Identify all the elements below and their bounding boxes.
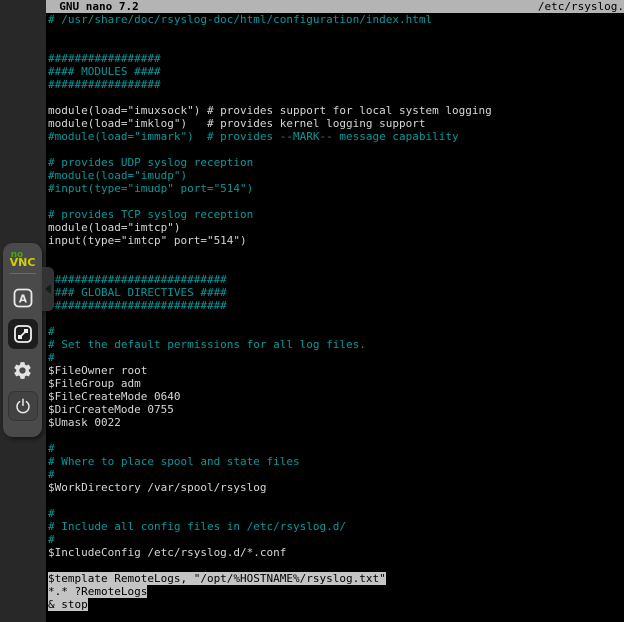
- keyboard-extra-keys-icon: A: [12, 287, 34, 309]
- drag-viewport-icon: [13, 324, 33, 344]
- terminal-line: & stop: [48, 598, 624, 611]
- terminal-text: # /usr/share/doc/rsyslog-doc/html/config…: [46, 13, 624, 611]
- nano-version-label: GNU nano 7.2: [46, 0, 139, 13]
- terminal-line: #: [48, 468, 624, 481]
- extra-keys-button[interactable]: A: [8, 283, 38, 313]
- terminal-line: # Where to place spool and state files: [48, 455, 624, 468]
- novnc-control-panel: no VNC A: [3, 243, 42, 437]
- terminal-line: $DirCreateMode 0755: [48, 403, 624, 416]
- terminal-line: #################: [48, 52, 624, 65]
- terminal-line: [48, 143, 624, 156]
- terminal-line: $Umask 0022: [48, 416, 624, 429]
- terminal-line: # /usr/share/doc/rsyslog-doc/html/config…: [48, 13, 624, 26]
- terminal-line: $FileCreateMode 0640: [48, 390, 624, 403]
- terminal-line: # provides UDP syslog reception: [48, 156, 624, 169]
- terminal-line: ###########################: [48, 299, 624, 312]
- collapse-arrow-icon: [45, 284, 51, 294]
- terminal-line: module(load="imklog") # provides kernel …: [48, 117, 624, 130]
- terminal-line: [48, 26, 624, 39]
- terminal-line: module(load="imtcp"): [48, 221, 624, 234]
- terminal-line: $WorkDirectory /var/spool/rsyslog: [48, 481, 624, 494]
- power-icon: [14, 397, 32, 415]
- terminal-line: [48, 312, 624, 325]
- terminal-line: # provides TCP syslog reception: [48, 208, 624, 221]
- terminal-line: #################: [48, 78, 624, 91]
- novnc-logo-vnc: VNC: [10, 259, 36, 267]
- panel-divider: [10, 273, 36, 274]
- terminal-line: #### GLOBAL DIRECTIVES ####: [48, 286, 624, 299]
- terminal-line: #: [48, 507, 624, 520]
- terminal-line: $FileGroup adm: [48, 377, 624, 390]
- terminal-line: [48, 247, 624, 260]
- terminal-line: #: [48, 325, 624, 338]
- terminal-line: $template RemoteLogs, "/opt/%HOSTNAME%/r…: [48, 572, 624, 585]
- panel-collapse-handle[interactable]: [42, 267, 54, 311]
- power-button[interactable]: [8, 391, 38, 421]
- gear-icon: [12, 360, 33, 381]
- terminal-line: $IncludeConfig /etc/rsyslog.d/*.conf: [48, 546, 624, 559]
- terminal-line: input(type="imtcp" port="514"): [48, 234, 624, 247]
- terminal-line: $FileOwner root: [48, 364, 624, 377]
- terminal-line: #module(load="imudp"): [48, 169, 624, 182]
- terminal-line: #input(type="imudp" port="514"): [48, 182, 624, 195]
- svg-text:A: A: [18, 294, 27, 306]
- terminal-line: [48, 429, 624, 442]
- nano-titlebar: GNU nano 7.2 /etc/rsyslog.: [46, 0, 624, 13]
- novnc-logo: no VNC: [10, 251, 36, 267]
- terminal-line: #: [48, 533, 624, 546]
- terminal-line: #: [48, 442, 624, 455]
- terminal-window[interactable]: GNU nano 7.2 /etc/rsyslog. # /usr/share/…: [46, 0, 624, 622]
- terminal-line: [48, 260, 624, 273]
- nano-filename-label: /etc/rsyslog.: [538, 0, 624, 13]
- settings-button[interactable]: [8, 355, 38, 385]
- terminal-line: [48, 39, 624, 52]
- drag-viewport-button[interactable]: [8, 319, 38, 349]
- terminal-line: # Set the default permissions for all lo…: [48, 338, 624, 351]
- terminal-line: [48, 494, 624, 507]
- terminal-line: #: [48, 351, 624, 364]
- terminal-line: # Include all config files in /etc/rsysl…: [48, 520, 624, 533]
- terminal-line: #### MODULES ####: [48, 65, 624, 78]
- terminal-line: [48, 195, 624, 208]
- terminal-line: [48, 91, 624, 104]
- terminal-line: [48, 559, 624, 572]
- terminal-line: module(load="imuxsock") # provides suppo…: [48, 104, 624, 117]
- terminal-line: *.* ?RemoteLogs: [48, 585, 624, 598]
- terminal-line: ###########################: [48, 273, 624, 286]
- terminal-line: #module(load="immark") # provides --MARK…: [48, 130, 624, 143]
